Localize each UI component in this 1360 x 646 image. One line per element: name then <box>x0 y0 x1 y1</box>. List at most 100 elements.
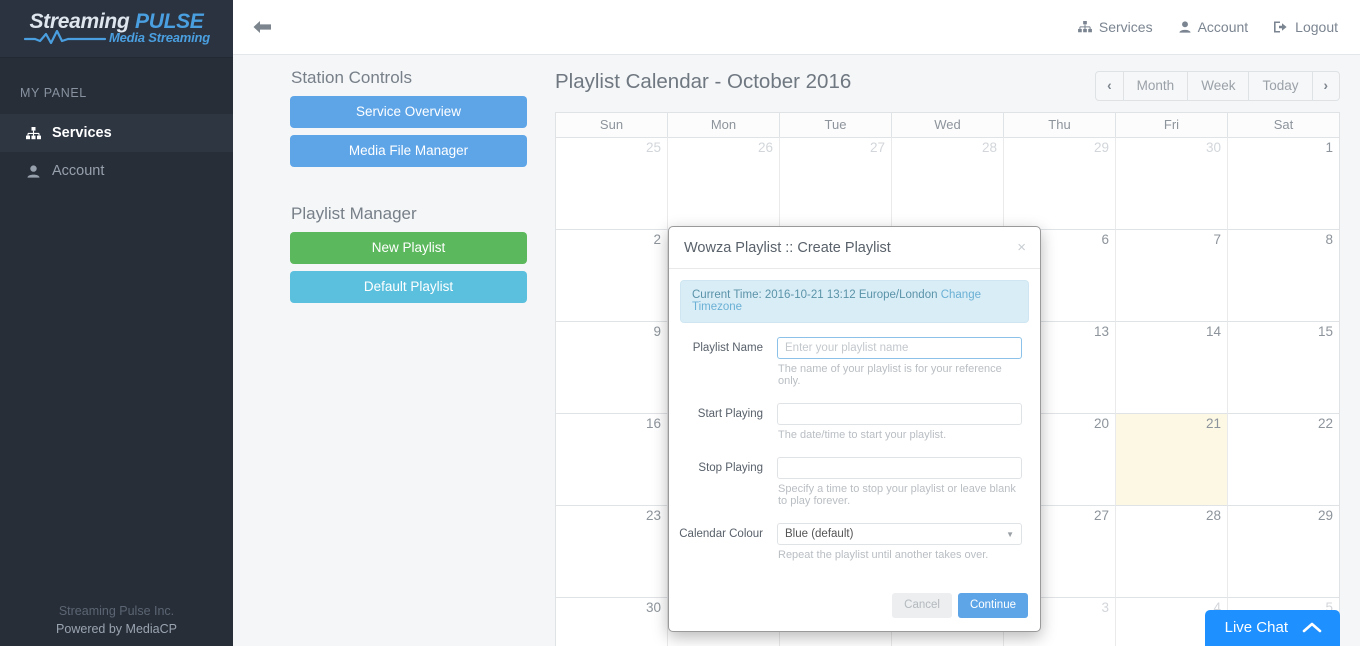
service-overview-button[interactable]: Service Overview <box>290 96 527 128</box>
calendar-day-cell[interactable]: 1 <box>1227 137 1339 229</box>
app-root: Streaming PULSE Media Streaming MY PANEL <box>0 0 1360 646</box>
back-button[interactable] <box>251 19 273 35</box>
calendar-day-number: 25 <box>645 140 661 155</box>
field-input[interactable] <box>777 403 1022 425</box>
modal-field-row: Playlist Name The name of your playlist i… <box>678 337 1031 401</box>
calendar-day-cell[interactable]: 9 <box>556 321 667 413</box>
calendar-day-number: 22 <box>1317 416 1333 431</box>
new-playlist-button[interactable]: New Playlist <box>290 232 527 264</box>
arrow-left-icon <box>253 21 271 33</box>
current-time-alert: Current Time: 2016-10-21 13:12 Europe/Lo… <box>680 280 1029 323</box>
modal-field-row: Stop Playing Specify a time to stop your … <box>678 457 1031 521</box>
sidebar: Streaming PULSE Media Streaming MY PANEL <box>0 0 233 646</box>
default-playlist-button[interactable]: Default Playlist <box>290 271 527 303</box>
field-input[interactable] <box>777 337 1022 359</box>
field-help: Specify a time to stop your playlist or … <box>778 483 1016 507</box>
calendar-day-header: Sun <box>556 113 667 137</box>
calendar-day-header: Wed <box>891 113 1003 137</box>
calendar-day-number: 3 <box>1101 600 1109 615</box>
live-chat-label: Live Chat <box>1224 619 1288 636</box>
panel-label: MY PANEL <box>20 86 87 100</box>
logo-subtitle: Media Streaming <box>108 29 211 45</box>
calendar-next-button[interactable]: › <box>1311 71 1340 101</box>
calendar-day-number: 15 <box>1317 324 1333 339</box>
sidebar-item-account[interactable]: Account <box>0 152 233 190</box>
sidebar-item-services[interactable]: Services <box>0 114 233 152</box>
cancel-button[interactable]: Cancel <box>892 593 952 618</box>
user-icon <box>1179 21 1191 33</box>
modal-footer: Cancel Continue <box>669 583 1040 631</box>
calendar-day-number: 26 <box>757 140 773 155</box>
sitemap-icon <box>1077 21 1092 33</box>
calendar-colour-help: Repeat the playlist until another takes … <box>778 549 989 561</box>
calendar-day-cell[interactable]: 8 <box>1227 229 1339 321</box>
calendar-day-number: 9 <box>653 324 661 339</box>
field-help: The name of your playlist is for your re… <box>778 363 1002 387</box>
calendar-day-header: Thu <box>1003 113 1115 137</box>
calendar-day-cell[interactable]: 2 <box>556 229 667 321</box>
calendar-prev-button[interactable]: ‹ <box>1095 71 1124 101</box>
field-label: Start Playing <box>697 408 763 420</box>
sidebar-item-label-account: Account <box>52 163 105 179</box>
modal-fields: Playlist Name The name of your playlist i… <box>678 337 1031 521</box>
brand-logo[interactable]: Streaming PULSE Media Streaming <box>0 0 233 58</box>
calendar-day-number: 30 <box>645 600 661 615</box>
calendar-day-cell[interactable]: 29 <box>1003 137 1115 229</box>
media-file-manager-button[interactable]: Media File Manager <box>290 135 527 167</box>
field-label: Stop Playing <box>698 462 763 474</box>
calendar-day-cell[interactable]: 16 <box>556 413 667 505</box>
topnav-item-services[interactable]: Services <box>1077 19 1153 35</box>
calendar-day-cell[interactable]: 14 <box>1115 321 1227 413</box>
calendar-day-cell[interactable]: 26 <box>667 137 779 229</box>
continue-button[interactable]: Continue <box>957 593 1028 618</box>
topnav-item-logout[interactable]: Logout <box>1274 19 1338 35</box>
calendar-day-cell[interactable]: 29 <box>1227 505 1339 597</box>
field-input[interactable] <box>777 457 1022 479</box>
calendar-day-header: Mon <box>667 113 779 137</box>
field-help: The date/time to start your playlist. <box>778 429 947 441</box>
calendar-day-cell[interactable]: 27 <box>779 137 891 229</box>
user-icon <box>25 164 41 178</box>
calendar-day-header: Tue <box>779 113 891 137</box>
logout-icon <box>1274 21 1287 33</box>
calendar-month-button[interactable]: Month <box>1122 71 1189 101</box>
calendar-day-cell[interactable]: 25 <box>556 137 667 229</box>
close-icon[interactable]: × <box>1017 240 1026 255</box>
calendar-day-cell[interactable]: 21 <box>1115 413 1227 505</box>
calendar-day-cell[interactable]: 15 <box>1227 321 1339 413</box>
calendar-day-header: Fri <box>1115 113 1227 137</box>
calendar-day-number: 29 <box>1093 140 1109 155</box>
calendar-today-button[interactable]: Today <box>1248 71 1313 101</box>
topnav-label-account: Account <box>1197 19 1249 35</box>
field-label: Playlist Name <box>692 342 763 354</box>
calendar-day-number: 28 <box>1205 508 1221 523</box>
calendar-week-row: 25 26 27 28 29 30 1 <box>556 137 1339 229</box>
footer-powered-by: Powered by MediaCP <box>56 621 177 636</box>
calendar-week-button[interactable]: Week <box>1187 71 1250 101</box>
modal-body: Current Time: 2016-10-21 13:12 Europe/Lo… <box>669 269 1040 583</box>
calendar-colour-row: Calendar Colour ▼ Repeat the playlist un… <box>678 523 1031 575</box>
calendar-day-cell[interactable]: 30 <box>556 597 667 646</box>
calendar-colour-label: Calendar Colour <box>679 528 763 540</box>
calendar-day-number: 14 <box>1205 324 1221 339</box>
topnav-item-account[interactable]: Account <box>1179 19 1249 35</box>
sidebar-item-label-services: Services <box>52 125 112 141</box>
calendar-day-cell[interactable]: 7 <box>1115 229 1227 321</box>
calendar-day-number: 30 <box>1205 140 1221 155</box>
calendar-day-number: 1 <box>1325 140 1333 155</box>
calendar-day-header: Sat <box>1227 113 1339 137</box>
calendar-day-cell[interactable]: 22 <box>1227 413 1339 505</box>
calendar-colour-select[interactable] <box>777 523 1022 545</box>
calendar-day-number: 27 <box>1093 508 1109 523</box>
live-chat-widget[interactable]: Live Chat <box>1204 610 1340 646</box>
calendar-day-cell[interactable]: 23 <box>556 505 667 597</box>
calendar-day-number: 20 <box>1093 416 1109 431</box>
calendar-day-number: 13 <box>1093 324 1109 339</box>
calendar-day-number: 28 <box>981 140 997 155</box>
calendar-day-number: 16 <box>645 416 661 431</box>
calendar-day-number: 23 <box>645 508 661 523</box>
calendar-day-number: 29 <box>1317 508 1333 523</box>
calendar-day-cell[interactable]: 28 <box>891 137 1003 229</box>
calendar-day-cell[interactable]: 28 <box>1115 505 1227 597</box>
calendar-day-cell[interactable]: 30 <box>1115 137 1227 229</box>
